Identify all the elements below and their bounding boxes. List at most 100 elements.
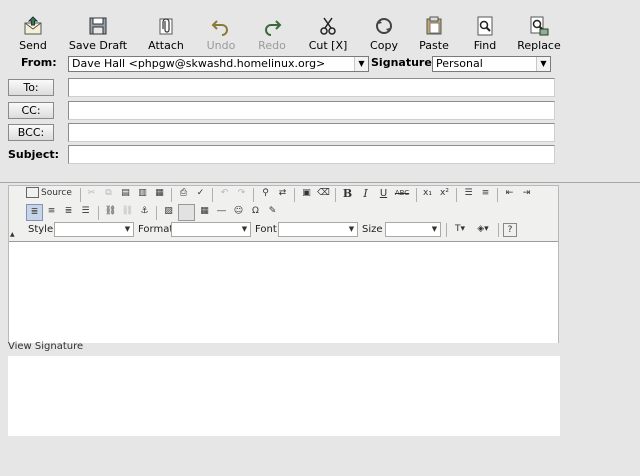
spellcheck-icon[interactable]: ✓ (193, 186, 208, 201)
paste-button[interactable]: Paste (418, 16, 450, 56)
signature-select[interactable]: Personal ▼ (432, 56, 551, 72)
special-char-icon[interactable]: Ω (248, 204, 263, 219)
chevron-down-icon: ▼ (536, 57, 550, 71)
link-icon[interactable]: ⛓ (103, 204, 118, 219)
align-right-icon[interactable]: ≣ (61, 204, 76, 219)
smiley-icon[interactable]: ☺ (231, 204, 246, 219)
flash-icon[interactable] (178, 204, 195, 221)
remove-format-icon[interactable]: ⌫ (316, 186, 331, 201)
toolbar-separator (456, 188, 457, 202)
replace-label: Replace (517, 39, 561, 52)
size-select[interactable]: ▼ (385, 222, 441, 237)
redo-icon (265, 20, 282, 36)
editor-toolbar-row-1: Source ✂ ⧉ ▤ ▥ ▦ ⎙ ✓ ↶ ↷ ⚲ ⇄ ▣ ⌫ B I U A… (12, 186, 557, 204)
image-icon[interactable]: ▨ (161, 204, 176, 219)
attach-button[interactable]: Attach (148, 16, 184, 56)
toolbar-separator (171, 188, 172, 202)
indent-icon[interactable]: ⇥ (519, 186, 534, 201)
editor-toolbar-row-3: Style ▼ Format ▼ Font ▼ Size ▼ T▾ ◈▾ ? (12, 222, 557, 240)
toolbar-separator (156, 206, 157, 220)
chevron-down-icon: ▼ (354, 57, 368, 71)
replace-button[interactable]: Replace (517, 16, 561, 56)
find-icon[interactable]: ⚲ (258, 186, 273, 201)
toolbar-separator (446, 223, 447, 237)
section-divider (0, 182, 640, 183)
copy-label: Copy (370, 39, 398, 52)
find-label: Find (473, 39, 497, 52)
align-justify-icon[interactable]: ☰ (78, 204, 93, 219)
cc-input[interactable] (68, 101, 555, 120)
print-icon[interactable]: ⎙ (176, 186, 191, 201)
find-button[interactable]: Find (471, 16, 499, 56)
toolbar-separator (335, 188, 336, 202)
send-icon (24, 16, 42, 35)
from-select-value: Dave Hall <phpgw@skwashd.homelinux.org> (72, 57, 326, 70)
scissors-icon (320, 17, 336, 35)
redo-button[interactable]: Redo (257, 16, 287, 56)
toolbar-separator (497, 188, 498, 202)
view-signature-label[interactable]: View Signature (8, 341, 83, 352)
copy-icon[interactable]: ⧉ (101, 186, 116, 201)
unlink-icon[interactable]: ⛓ (120, 204, 135, 219)
cut-button[interactable]: Cut [X] (308, 16, 348, 56)
paste-text-icon[interactable]: ▥ (135, 186, 150, 201)
format-select[interactable]: ▼ (171, 222, 251, 237)
undo-icon[interactable]: ↶ (217, 186, 232, 201)
strikethrough-button[interactable]: ABC (393, 186, 411, 201)
align-center-icon[interactable]: ≡ (44, 204, 59, 219)
send-button[interactable]: Send (18, 16, 48, 56)
undo-icon (211, 20, 228, 36)
page-break-icon[interactable]: ✎ (265, 204, 280, 219)
from-label: From: (21, 56, 57, 69)
cut-icon[interactable]: ✂ (84, 186, 99, 201)
save-draft-button[interactable]: Save Draft (68, 16, 128, 56)
horizontal-rule-icon[interactable]: ― (214, 204, 229, 219)
numbered-list-icon[interactable]: ☰ (461, 186, 476, 201)
superscript-button[interactable]: x² (437, 186, 452, 201)
text-color-icon[interactable]: T▾ (450, 222, 470, 237)
source-button[interactable]: Source (26, 186, 74, 201)
select-all-icon[interactable]: ▣ (299, 186, 314, 201)
replace-icon[interactable]: ⇄ (275, 186, 290, 201)
paste-word-icon[interactable]: ▦ (152, 186, 167, 201)
outdent-icon[interactable]: ⇤ (502, 186, 517, 201)
source-label: Source (41, 188, 72, 198)
message-body-editor[interactable] (9, 241, 558, 343)
paste-icon[interactable]: ▤ (118, 186, 133, 201)
from-select[interactable]: Dave Hall <phpgw@skwashd.homelinux.org> … (68, 56, 369, 72)
to-button[interactable]: To: (8, 79, 54, 96)
style-select[interactable]: ▼ (54, 222, 134, 237)
help-icon[interactable]: ? (503, 223, 517, 237)
redo-icon[interactable]: ↷ (234, 186, 249, 201)
editor-toolbar-row-2: ≣ ≡ ≣ ☰ ⛓ ⛓ ⚓ ▨ ▦ ― ☺ Ω ✎ (12, 204, 557, 222)
font-select[interactable]: ▼ (278, 222, 358, 237)
floppy-disk-icon (89, 17, 107, 35)
underline-button[interactable]: U (376, 186, 391, 201)
toolbar-separator (498, 223, 499, 237)
chevron-down-icon: ▼ (241, 225, 248, 233)
table-icon[interactable]: ▦ (197, 204, 212, 219)
style-label: Style (28, 224, 54, 235)
toolbar-separator (253, 188, 254, 202)
bulleted-list-icon[interactable]: ≡ (478, 186, 493, 201)
align-left-icon[interactable]: ≣ (26, 204, 43, 221)
italic-button[interactable]: I (358, 186, 373, 201)
attach-label: Attach (148, 39, 184, 52)
to-input[interactable] (68, 78, 555, 97)
toolbar-separator (98, 206, 99, 220)
subject-input[interactable] (68, 145, 555, 164)
bold-button[interactable]: B (340, 186, 355, 201)
cut-label: Cut [X] (308, 39, 348, 52)
source-icon (26, 187, 39, 198)
collapse-toolbar-icon[interactable]: ▲ (10, 232, 16, 238)
cc-button[interactable]: CC: (8, 102, 54, 119)
bcc-button[interactable]: BCC: (8, 124, 54, 141)
signature-select-value: Personal (436, 57, 483, 70)
background-color-icon[interactable]: ◈▾ (473, 222, 493, 237)
anchor-icon[interactable]: ⚓ (137, 204, 152, 219)
paste-label: Paste (419, 39, 449, 52)
copy-button[interactable]: Copy (369, 16, 399, 56)
bcc-input[interactable] (68, 123, 555, 142)
undo-button[interactable]: Undo (206, 16, 236, 56)
subscript-button[interactable]: x₁ (420, 186, 435, 201)
